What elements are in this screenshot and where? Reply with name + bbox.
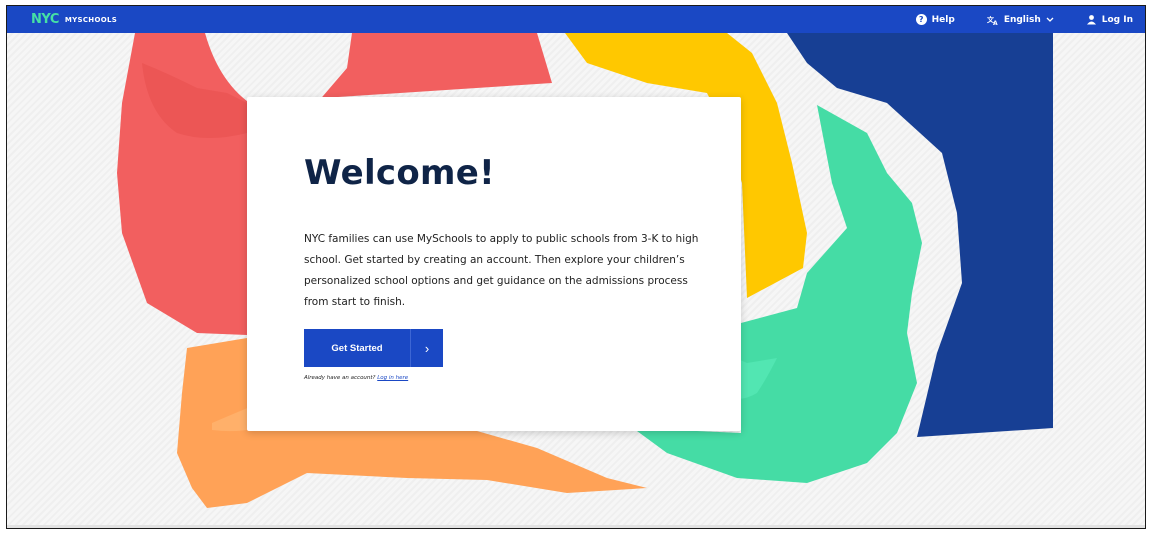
header-actions: ? Help 文 A English Log In [915,6,1133,33]
login-prompt: Already have an account? Log in here [304,375,408,381]
login-here-link[interactable]: Log in here [377,375,408,381]
translate-icon: 文 A [987,15,998,25]
top-nav-bar: NYC MYSCHOOLS ? Help 文 A English Log In [7,6,1145,33]
myschools-logo[interactable]: NYC MYSCHOOLS [31,6,117,33]
nyc-logo-mark: NYC [31,12,59,27]
user-icon [1086,15,1096,25]
get-started-button[interactable]: Get Started › [304,329,443,367]
get-started-label: Get Started [331,342,383,354]
myschools-logo-text: MYSCHOOLS [64,15,118,24]
already-account-text: Already have an account? [304,375,376,381]
browser-frame: NYC MYSCHOOLS ? Help 文 A English Log In … [6,5,1146,529]
welcome-card: Welcome! NYC families can use MySchools … [247,97,741,431]
chevron-right-icon: › [410,329,443,367]
welcome-title: Welcome! [304,153,495,193]
svg-text:A: A [993,20,998,25]
chevron-down-icon [1046,17,1054,22]
help-label: Help [931,14,955,25]
language-label: English [1003,14,1041,25]
bottom-divider [7,525,1145,528]
hero-area: Welcome! NYC families can use MySchools … [7,33,1145,528]
language-selector[interactable]: 文 A English [987,15,1054,25]
login-label: Log In [1101,14,1133,25]
welcome-description: NYC families can use MySchools to apply … [304,233,699,308]
login-link[interactable]: Log In [1086,14,1133,25]
question-circle-icon: ? [915,14,927,25]
help-link[interactable]: ? Help [915,14,955,25]
